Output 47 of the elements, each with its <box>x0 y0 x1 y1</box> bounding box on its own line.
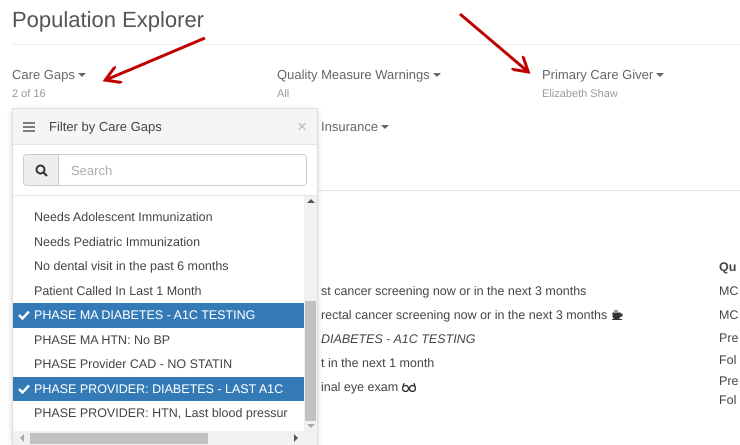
dropdown-title: Filter by Care Gaps <box>49 119 163 134</box>
table-cell-text: MC <box>719 283 740 300</box>
filter-option[interactable]: Patient Called In Last 1 Month <box>13 278 304 303</box>
filter-option[interactable]: PHASE PROVIDER: DIABETES - LAST A1C <box>13 376 304 401</box>
menu-icon[interactable] <box>23 122 35 132</box>
filter-value: 2 of 16 <box>12 88 46 100</box>
table-cell-text: Pre <box>719 330 740 347</box>
filter-dropdown[interactable]: Quality Measure Warnings <box>277 67 441 82</box>
horizontal-scrollbar[interactable] <box>13 431 317 445</box>
column-heading: Qu <box>719 259 738 276</box>
scroll-right-icon[interactable] <box>291 434 301 442</box>
care-gap-text: t in the next 1 month <box>321 356 434 370</box>
filter-option[interactable]: PHASE Provider CAD - NO STATIN <box>13 352 304 376</box>
filter-option[interactable]: No dental visit in the past 6 months <box>13 254 304 278</box>
glasses-icon <box>402 382 416 392</box>
caret-icon <box>381 124 390 128</box>
page-title: Population Explorer <box>12 6 204 34</box>
care-gap-text: st cancer screening now or in the next 3 months <box>321 284 586 298</box>
filter-dropdown[interactable]: Care Gaps <box>12 67 86 82</box>
filter-dropdown[interactable]: Insurance <box>321 119 390 134</box>
search-icon <box>34 164 48 176</box>
vertical-scrollbar[interactable] <box>304 196 317 431</box>
filter-value: Elizabeth Shaw <box>542 88 618 100</box>
table-cell-text: Fol <box>719 352 738 369</box>
filter-value: All <box>277 88 290 100</box>
filter-option[interactable]: Needs Pediatric Immunization <box>13 230 304 254</box>
filter-option[interactable]: PHASE MA DIABETES - A1C TESTING <box>13 303 304 328</box>
scroll-up-icon[interactable] <box>306 196 314 206</box>
caret-icon <box>432 72 441 76</box>
table-cell-text: MC <box>719 307 740 324</box>
check-icon <box>18 310 30 320</box>
filter-option[interactable]: PHASE MA HTN: No BP <box>13 328 304 352</box>
care-gap-text: rectal cancer screening now or in the next 3 months <box>321 308 608 322</box>
annotation-arrow <box>459 12 530 74</box>
scroll-down-icon[interactable] <box>306 421 314 431</box>
filter-option[interactable]: PHASE PROVIDER: HTN, Last blood pressur <box>13 401 304 426</box>
caret-icon <box>656 72 664 76</box>
care-gap-text: inal eye exam <box>321 380 398 394</box>
cup-icon <box>611 310 624 320</box>
search-field[interactable]: Search <box>23 154 307 186</box>
table-cell-text: Fol <box>719 392 738 409</box>
filter-dropdown[interactable]: Primary Care Giver <box>542 67 664 82</box>
filter-option[interactable]: Needs Adolescent Immunization <box>13 205 304 230</box>
care-gap-text: DIABETES - A1C TESTING <box>321 332 476 346</box>
check-icon <box>18 384 30 394</box>
table-cell-text: Pre <box>719 373 740 390</box>
caret-icon <box>78 72 86 76</box>
